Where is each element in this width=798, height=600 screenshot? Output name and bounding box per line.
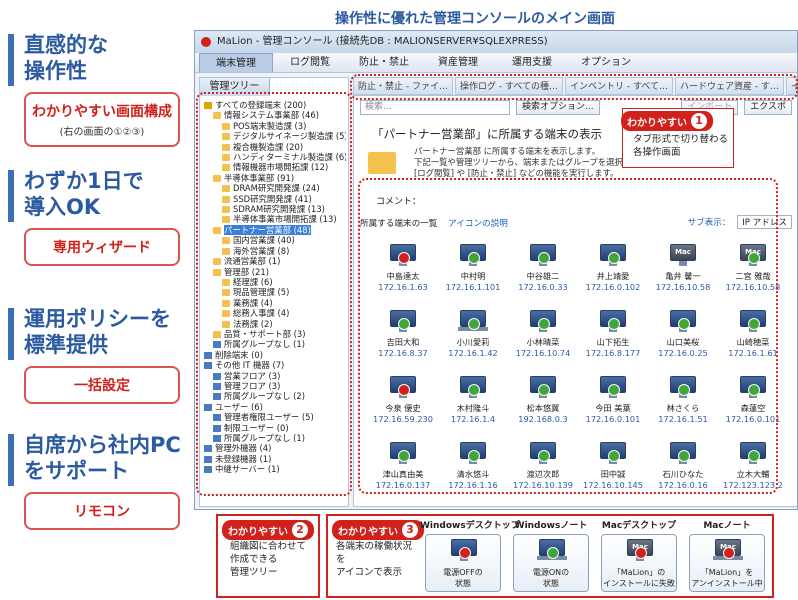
- legend-frame: 「MaLion」をアンインストール中: [689, 534, 765, 592]
- legend-title: Windowsノート: [514, 521, 588, 531]
- menu-item[interactable]: 端末管理: [199, 53, 273, 72]
- callout-number: 1: [691, 113, 707, 129]
- menu-item[interactable]: ログ閲覧: [273, 53, 347, 72]
- windows-desktop-icon: [449, 539, 479, 561]
- feature-heading-line1: 運用ポリシーを: [24, 307, 171, 331]
- easy-badge-3: わかりやすい 3: [332, 520, 424, 540]
- menu-bar: 端末管理 ログ閲覧 防止・禁止 資産管理 運用支援 オプション: [195, 53, 797, 73]
- power-on-icon: [547, 547, 559, 559]
- easy-badge-2: わかりやすい 2: [222, 520, 314, 540]
- feature-heading-line2: 標準提供: [24, 333, 108, 357]
- folder-icon: [368, 152, 396, 174]
- malion-logo-icon: [201, 37, 211, 47]
- callout-1-text: タブ形式で切り替わる 各操作画面: [633, 134, 729, 158]
- feature-heading-line2: をサポート: [24, 459, 129, 483]
- feature-pill: リモコン: [24, 492, 180, 530]
- main-title: 操作性に優れた管理コンソールのメイン画面: [335, 11, 615, 27]
- legend-caption: 電源OFFの 状態: [443, 568, 483, 588]
- feature-heading: 自席から社内PC をサポート: [24, 432, 190, 484]
- window-title: MaLion - 管理コンソール (接続先DB : MALIONSERVER¥S…: [217, 36, 548, 47]
- export-button[interactable]: エクスポ: [744, 99, 792, 115]
- feature-bar: [8, 34, 14, 86]
- callout-number: 3: [402, 522, 418, 538]
- feature-pill-text: 専用ウィザード: [53, 240, 151, 256]
- legend-frame: 「MaLion」のインストールに失敗: [601, 534, 677, 592]
- legend-item: Macデスクトップ「MaLion」のインストールに失敗: [596, 518, 682, 592]
- power-off-icon: [723, 547, 735, 559]
- feature-heading-line1: 自席から社内PC: [24, 433, 181, 457]
- menu-item[interactable]: 防止・禁止: [347, 53, 421, 72]
- power-off-icon: [635, 547, 647, 559]
- legend-caption: 「MaLion」を アンインストール中: [691, 568, 763, 588]
- feature-bar: [8, 308, 14, 360]
- feature-bar: [8, 170, 14, 222]
- legend-frame: 電源ONの 状態: [513, 534, 589, 592]
- easy-label: わかりやすい: [228, 526, 288, 538]
- legend-title: Macノート: [703, 521, 751, 531]
- feature-pill: 一括設定: [24, 366, 180, 404]
- legend-caption: 「MaLion」の インストールに失敗: [603, 568, 675, 588]
- legend-item: Windowsデスクトップ電源OFFの 状態: [420, 518, 520, 592]
- feature-block: わずか1日で 導入OK 専用ウィザード: [0, 168, 190, 266]
- tabs-highlight: [350, 74, 798, 100]
- grid-highlight: [358, 178, 778, 494]
- callout-3: わかりやすい 3 各端末の稼働状況を アイコンで表示 Windowsデスクトップ電…: [326, 514, 774, 598]
- easy-label: わかりやすい: [338, 526, 398, 538]
- callout-3-text: 各端末の稼働状況を アイコンで表示: [336, 541, 413, 578]
- feature-block: 直感的な 操作性わかりやすい画面構成 (右の画面の①②③): [0, 32, 190, 147]
- feature-pill: 専用ウィザード: [24, 228, 180, 266]
- callout-2-text: 組織図に合わせて 作成できる 管理ツリー: [230, 541, 307, 578]
- feature-block: 自席から社内PC をサポートリモコン: [0, 432, 190, 530]
- feature-heading-line1: 直感的な: [24, 33, 108, 57]
- feature-pill-text: リモコン: [74, 504, 130, 520]
- easy-badge-1: わかりやすい 1: [621, 111, 713, 131]
- menu-item[interactable]: 資産管理: [421, 53, 495, 72]
- feature-pill-text: 一括設定: [74, 378, 130, 394]
- menu-item[interactable]: オプション: [569, 53, 643, 72]
- tree-highlight: [196, 92, 352, 496]
- mac-laptop-icon: [713, 539, 743, 561]
- menu-item[interactable]: 運用支援: [495, 53, 569, 72]
- power-off-icon: [459, 547, 471, 559]
- legend-title: Macデスクトップ: [601, 521, 677, 531]
- legend-caption: 電源ONの 状態: [532, 568, 570, 588]
- callout-2: わかりやすい 2 組織図に合わせて 作成できる 管理ツリー: [216, 514, 320, 598]
- feature-heading: 運用ポリシーを 標準提供: [24, 306, 190, 358]
- feature-bar: [8, 434, 14, 486]
- feature-heading: 直感的な 操作性: [24, 32, 190, 84]
- callout-1: わかりやすい 1 タブ形式で切り替わる 各操作画面: [621, 108, 734, 168]
- legend-title: Windowsデスクトップ: [420, 521, 520, 531]
- feature-pill-text: わかりやすい画面構成: [32, 104, 172, 120]
- legend-frame: 電源OFFの 状態: [425, 534, 501, 592]
- feature-block: 運用ポリシーを 標準提供一括設定: [0, 306, 190, 404]
- legend-item: Macノート「MaLion」をアンインストール中: [684, 518, 770, 592]
- feature-heading-line1: わずか1日で: [24, 169, 144, 193]
- feature-heading: わずか1日で 導入OK: [24, 168, 190, 220]
- feature-heading-line2: 導入OK: [24, 195, 101, 219]
- feature-heading-line2: 操作性: [24, 59, 87, 83]
- mac-desktop-icon: [625, 539, 655, 561]
- title-bar: MaLion - 管理コンソール (接続先DB : MALIONSERVER¥S…: [195, 31, 797, 53]
- windows-laptop-icon: [537, 539, 567, 561]
- content-heading: 「パートナー営業部」に所属する端末の表示: [372, 127, 602, 141]
- callout-number: 2: [292, 522, 308, 538]
- feature-pill: わかりやすい画面構成 (右の画面の①②③): [24, 92, 180, 147]
- feature-pill-sub: (右の画面の①②③): [59, 127, 145, 138]
- search-input[interactable]: 検索...: [360, 99, 510, 115]
- search-options-button[interactable]: 検索オプション...: [516, 99, 600, 115]
- legend-item: Windowsノート電源ONの 状態: [508, 518, 594, 592]
- easy-label: わかりやすい: [627, 117, 687, 129]
